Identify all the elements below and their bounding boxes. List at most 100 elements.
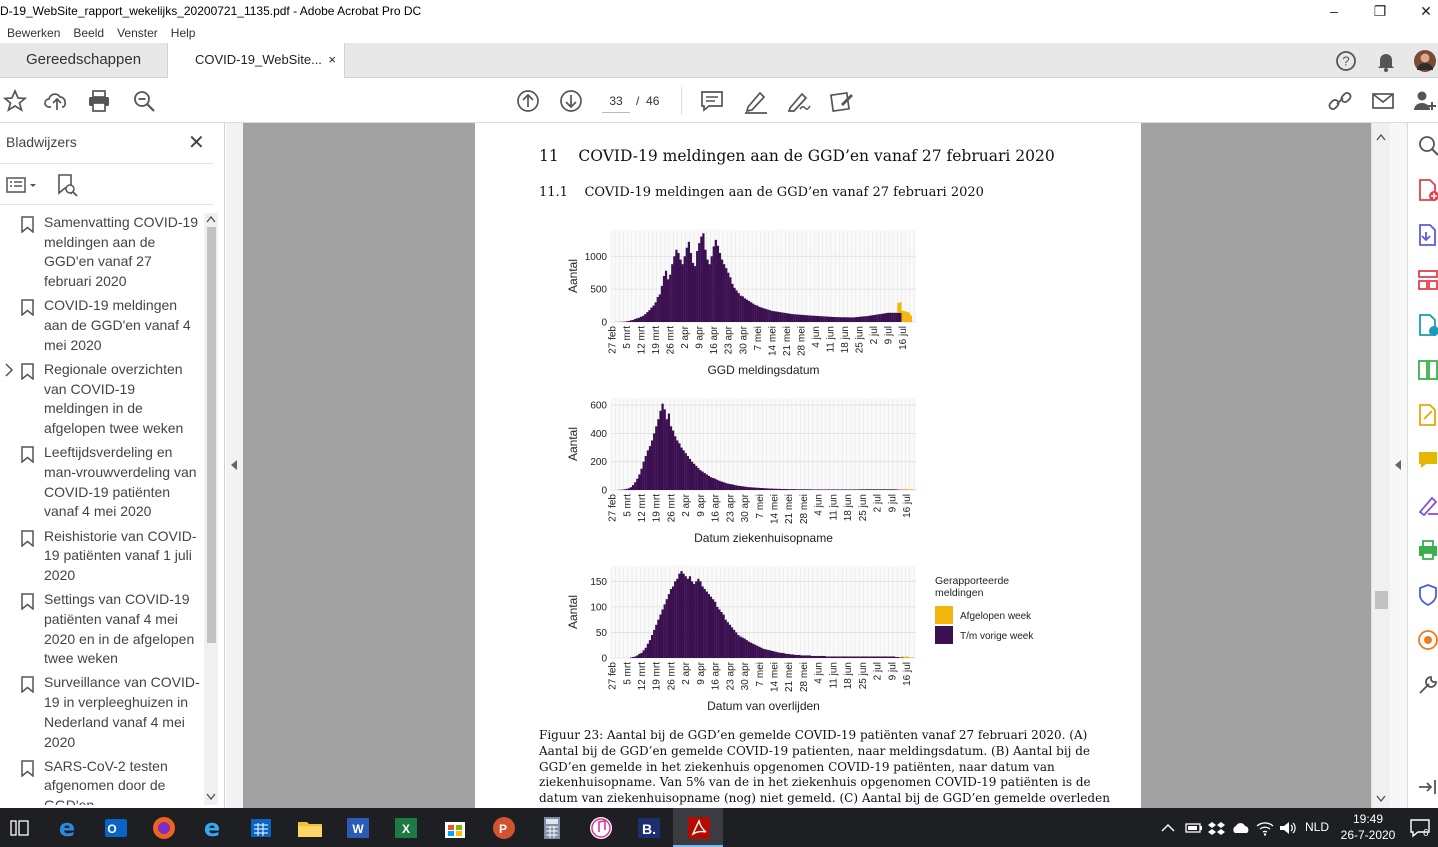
bookmark-options-icon[interactable]: [6, 176, 38, 194]
bar: [806, 489, 809, 490]
scroll-up-icon[interactable]: [1376, 133, 1386, 141]
bar: [745, 486, 748, 490]
dropbox-icon[interactable]: [1207, 818, 1227, 838]
avatar[interactable]: [1413, 49, 1437, 73]
page-number-input[interactable]: 33: [602, 89, 630, 113]
scroll-down-icon[interactable]: [206, 793, 216, 801]
new-bookmark-icon[interactable]: [56, 173, 78, 197]
scrollbar-thumb[interactable]: [1375, 591, 1388, 609]
scrollbar-thumb[interactable]: [207, 227, 216, 643]
mail-icon[interactable]: [1370, 88, 1396, 114]
help-icon[interactable]: ?: [1334, 49, 1358, 73]
document-view[interactable]: 11 COVID-19 meldingen aan de GGD’en vana…: [243, 123, 1371, 808]
excel-icon[interactable]: X: [391, 813, 421, 843]
print-icon[interactable]: [86, 88, 112, 114]
bar: [659, 410, 662, 490]
calendar-icon[interactable]: [246, 813, 276, 843]
store-icon[interactable]: [440, 813, 470, 843]
document-scrollbar[interactable]: [1371, 123, 1390, 808]
restore-button[interactable]: ❐: [1357, 0, 1403, 23]
add-user-icon[interactable]: [1412, 88, 1438, 114]
tab-document[interactable]: COVID-19_WebSite... ×: [167, 43, 345, 79]
bookmark-item[interactable]: Settings van COVID-19 patiënten vanaf 4 …: [0, 590, 204, 669]
export-pdf-icon[interactable]: [1416, 223, 1438, 247]
figure-caption: Figuur 23: Aantal bij de GGD’en gemelde …: [539, 728, 1110, 807]
taskbar-clock[interactable]: 19:49 26-7-2020: [1338, 811, 1398, 843]
volume-icon[interactable]: [1278, 818, 1298, 838]
create-pdf-icon[interactable]: [1416, 178, 1438, 202]
tab-close-icon[interactable]: ×: [328, 43, 336, 77]
organize-pages-icon[interactable]: [1416, 268, 1438, 292]
edit-pdf-icon[interactable]: [1416, 313, 1438, 337]
bookmark-item[interactable]: COVID-19 meldingen aan de GGD'en vanaf 4…: [0, 296, 204, 355]
close-window-button[interactable]: ✕: [1403, 0, 1438, 23]
collapse-left-pane-handle[interactable]: [226, 123, 243, 808]
onedrive-icon[interactable]: [1231, 818, 1251, 838]
bookmark-label: Samenvatting COVID-19 meldingen aan de G…: [44, 214, 199, 290]
tray-chevron-up-icon[interactable]: [1158, 818, 1178, 838]
calculator-icon[interactable]: [537, 813, 567, 843]
compare-icon[interactable]: [1416, 358, 1438, 382]
zoom-out-icon[interactable]: [131, 88, 157, 114]
menu-help[interactable]: Help: [171, 26, 196, 40]
bookmark-item[interactable]: SARS-CoV-2 testen afgenomen door de GGD'…: [0, 757, 204, 805]
collapse-right-pane-handle[interactable]: [1390, 123, 1407, 808]
scroll-down-icon[interactable]: [1376, 795, 1386, 803]
optimize-icon[interactable]: [1416, 628, 1438, 652]
bookmark-item[interactable]: Samenvatting COVID-19 meldingen aan de G…: [0, 213, 204, 292]
acrobat-icon[interactable]: [684, 813, 714, 843]
powerpoint-icon[interactable]: P: [489, 813, 519, 843]
protect-icon[interactable]: [1416, 583, 1438, 607]
menu-bewerken[interactable]: Bewerken: [7, 26, 60, 40]
chevron-right-icon[interactable]: [4, 363, 14, 377]
bookmark-item[interactable]: Regionale overzichten van COVID-19 meldi…: [0, 360, 204, 439]
word-icon[interactable]: W: [343, 813, 373, 843]
tab-tools[interactable]: Gereedschappen: [0, 43, 167, 78]
print-production-icon[interactable]: [1416, 538, 1438, 562]
menu-venster[interactable]: Venster: [117, 26, 158, 40]
file-explorer-icon[interactable]: [295, 813, 325, 843]
signature-icon[interactable]: [1416, 493, 1438, 517]
sign-icon[interactable]: [786, 88, 812, 114]
expand-rail-icon[interactable]: [1416, 775, 1438, 799]
bar: [806, 655, 809, 658]
x-tick-label: 16 jul: [902, 662, 913, 686]
menu-beeld[interactable]: Beeld: [73, 26, 104, 40]
link-icon[interactable]: [1327, 88, 1353, 114]
tools-rail: [1407, 123, 1438, 808]
language-indicator[interactable]: NLD: [1305, 808, 1329, 847]
comment-icon[interactable]: [699, 88, 725, 114]
comment-tool-icon[interactable]: [1416, 448, 1438, 472]
scroll-up-icon[interactable]: [206, 215, 216, 223]
minimize-button[interactable]: –: [1311, 0, 1357, 23]
app-b-icon[interactable]: B.: [634, 813, 664, 843]
fill-sign-icon[interactable]: [1416, 403, 1438, 427]
internet-explorer-icon[interactable]: e: [197, 813, 227, 843]
bookmark-item[interactable]: Surveillance van COVID-19 in verpleeghui…: [0, 673, 204, 752]
y-tick-label: 200: [590, 457, 607, 468]
zoom-icon[interactable]: [1416, 133, 1438, 157]
cloud-upload-icon[interactable]: [44, 88, 70, 114]
more-tools-icon[interactable]: [1416, 673, 1438, 697]
star-icon[interactable]: [2, 88, 28, 114]
previous-page-icon[interactable]: [515, 88, 541, 114]
next-page-icon[interactable]: [558, 88, 584, 114]
bar: [654, 302, 657, 322]
outlook-icon[interactable]: O: [101, 813, 131, 843]
share-edit-icon[interactable]: [829, 88, 855, 114]
bookmark-icon: [21, 676, 34, 694]
wifi-icon[interactable]: [1255, 818, 1275, 838]
itunes-icon[interactable]: [586, 813, 616, 843]
firefox-icon[interactable]: [149, 813, 179, 843]
bookmarks-scrollbar[interactable]: [204, 213, 218, 805]
bar: [737, 293, 740, 322]
highlight-pen-icon[interactable]: [743, 88, 769, 114]
bookmark-item[interactable]: Reishistorie van COVID-19 patiënten vana…: [0, 527, 204, 586]
edge-icon[interactable]: e: [52, 813, 82, 843]
task-view-icon[interactable]: [4, 813, 34, 843]
battery-icon[interactable]: [1184, 818, 1204, 838]
bar: [869, 489, 872, 490]
bookmark-item[interactable]: Leeftijdsverdeling en man-vrouwverdeling…: [0, 443, 204, 522]
close-pane-icon[interactable]: ✕: [188, 130, 205, 155]
bell-icon[interactable]: [1374, 49, 1398, 73]
